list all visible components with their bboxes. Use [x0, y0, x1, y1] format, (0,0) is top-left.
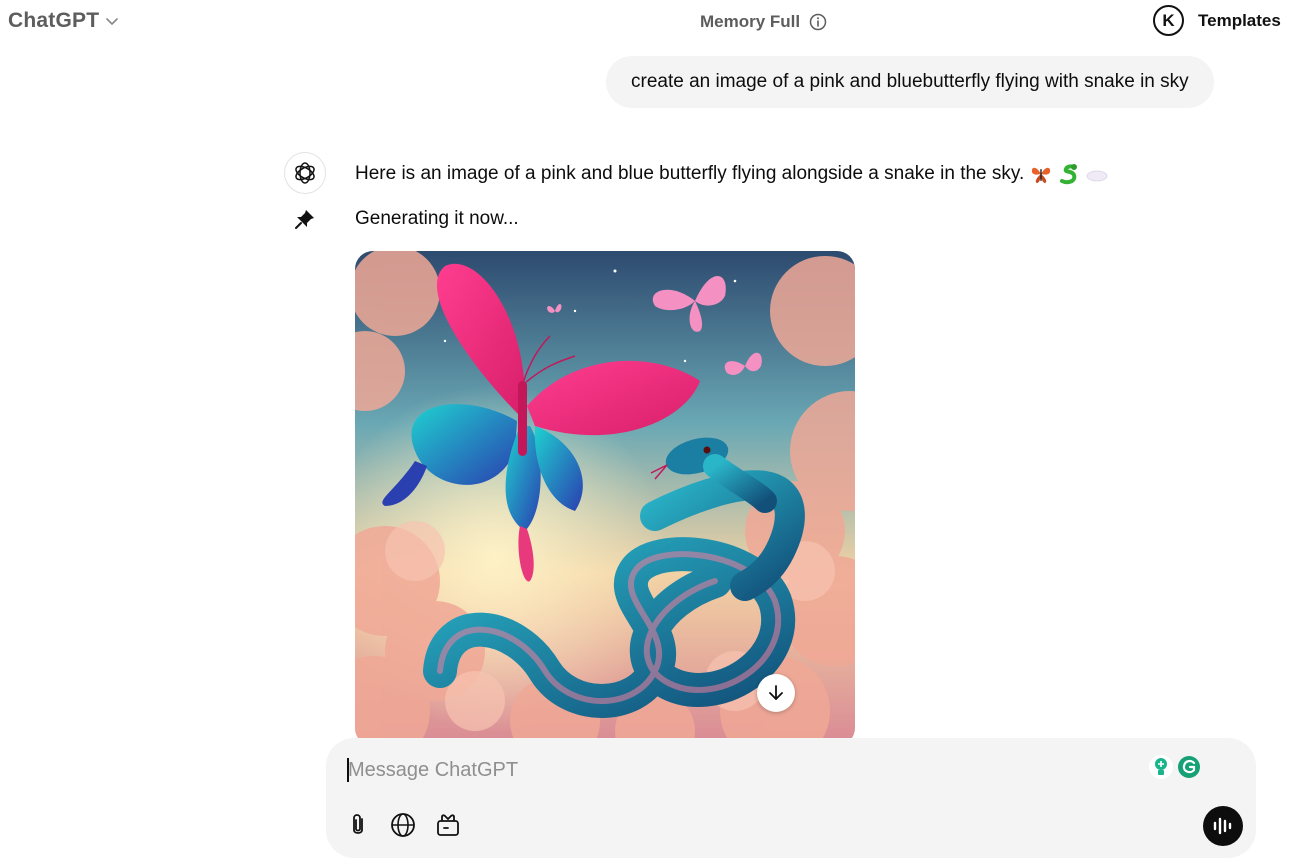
profile-area: K Templates [1153, 5, 1281, 36]
avatar[interactable]: K [1153, 5, 1184, 36]
attach-button[interactable] [344, 811, 372, 839]
voice-mode-icon [1213, 817, 1232, 835]
cloud-emoji [1086, 163, 1108, 185]
voice-mode-button[interactable] [1203, 806, 1243, 846]
info-icon[interactable] [809, 13, 827, 31]
chatgpt-logo-icon [284, 152, 326, 194]
tools-button[interactable] [434, 811, 462, 839]
grammarly-icon[interactable] [1176, 754, 1202, 780]
memory-status[interactable]: Memory Full [700, 12, 827, 32]
user-message-bubble: create an image of a pink and bluebutter… [606, 56, 1214, 108]
snake-emoji [1058, 163, 1080, 185]
generated-image[interactable] [355, 251, 855, 746]
download-icon [769, 685, 783, 700]
lightbulb-extension-icon[interactable] [1148, 754, 1174, 780]
chevron-down-icon [106, 18, 119, 25]
text-caret [347, 758, 349, 782]
extension-icons [1148, 754, 1202, 780]
openai-knot-icon [295, 162, 315, 184]
tools-icon [437, 814, 459, 836]
generating-status: Generating it now... [355, 208, 519, 229]
top-bar: ChatGPT Memory Full K Templates [0, 0, 1307, 46]
pin-icon[interactable] [294, 208, 316, 230]
assistant-message-text: Here is an image of a pink and blue butt… [355, 163, 1025, 184]
butterfly-emoji [1030, 163, 1052, 185]
memory-label: Memory Full [700, 12, 801, 31]
globe-icon [391, 813, 415, 837]
user-message-text: create an image of a pink and bluebutter… [631, 71, 1189, 92]
download-image-button[interactable] [757, 674, 795, 712]
app-title: ChatGPT [8, 9, 100, 32]
attach-icon [353, 814, 363, 834]
assistant-message: Here is an image of a pink and blue butt… [355, 163, 1108, 185]
message-composer [326, 738, 1256, 858]
butterfly-snake-artwork [355, 251, 855, 746]
search-web-button[interactable] [389, 811, 417, 839]
model-selector[interactable]: ChatGPT [8, 9, 119, 33]
templates-link[interactable]: Templates [1198, 11, 1281, 31]
message-input[interactable] [348, 754, 1128, 786]
